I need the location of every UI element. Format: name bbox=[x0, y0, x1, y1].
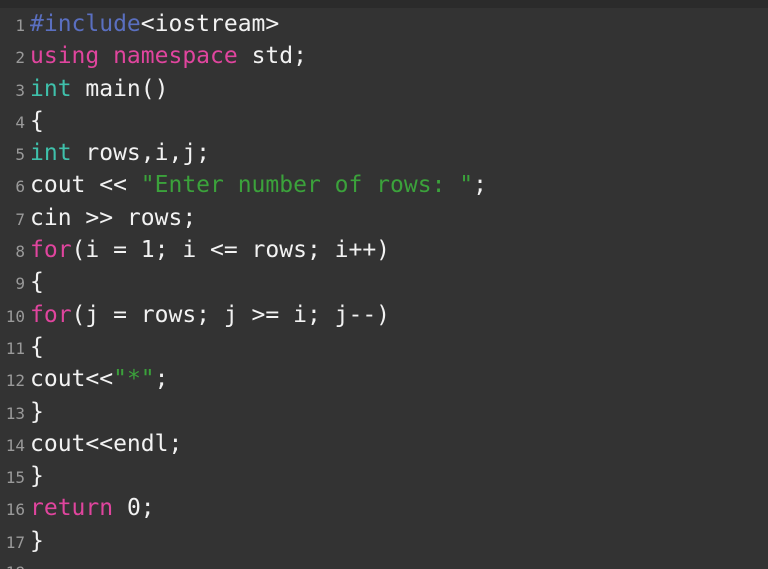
line-code-text[interactable]: { bbox=[26, 266, 768, 298]
line-number: 14 bbox=[5, 435, 25, 455]
code-token: cout<< bbox=[30, 366, 114, 393]
code-line[interactable]: 11{ bbox=[0, 331, 768, 363]
editor-top-strip bbox=[0, 0, 768, 8]
code-line[interactable]: 7 cin >> rows; bbox=[0, 202, 768, 234]
code-token: for bbox=[30, 301, 72, 328]
code-token: int bbox=[30, 75, 72, 102]
code-line[interactable]: 17} bbox=[0, 525, 768, 557]
code-line[interactable]: 6 cout << "Enter number of rows: "; bbox=[0, 169, 768, 201]
line-number: 6 bbox=[15, 177, 25, 197]
code-token: { bbox=[30, 269, 44, 296]
code-token: } bbox=[30, 463, 44, 490]
line-code-text[interactable]: } bbox=[26, 396, 768, 428]
line-code-text[interactable]: for(i = 1; i <= rows; i++) bbox=[26, 234, 768, 266]
code-token: <iostream> bbox=[140, 11, 280, 37]
line-number: 17 bbox=[5, 532, 25, 552]
code-token: cout<<endl; bbox=[30, 430, 183, 457]
code-editor[interactable]: 1 #include<iostream> 2 using namespace std;… bbox=[0, 0, 768, 569]
line-code-text[interactable]: int rows,i,j; bbox=[26, 137, 768, 169]
code-token: return bbox=[30, 495, 114, 522]
code-line[interactable]: 1 #include<iostream> bbox=[0, 8, 768, 40]
line-number: 15 bbox=[5, 468, 25, 488]
code-token: rows,i,j; bbox=[71, 140, 211, 167]
code-line[interactable]: 10 for(j = rows; j >= i; j--) bbox=[0, 299, 768, 331]
code-line[interactable]: 5 int rows,i,j; bbox=[0, 137, 768, 169]
code-line[interactable]: 3 int main() bbox=[0, 73, 768, 105]
line-code-text[interactable]: { bbox=[26, 105, 768, 137]
code-line[interactable]: 12 cout<<"*"; bbox=[0, 363, 768, 395]
code-line[interactable]: 14 cout<<endl; bbox=[0, 428, 768, 460]
line-number: 7 bbox=[15, 209, 25, 229]
code-token: using namespace bbox=[30, 43, 238, 70]
line-number: 9 bbox=[15, 274, 25, 294]
line-code-text[interactable]: int main() bbox=[26, 73, 768, 105]
code-token: } bbox=[30, 398, 44, 425]
line-number: 11 bbox=[5, 338, 25, 358]
line-number: 16 bbox=[5, 500, 25, 520]
line-code-text[interactable]: cin >> rows; bbox=[26, 202, 768, 234]
code-token: ; bbox=[154, 366, 169, 393]
code-line[interactable]: 8 for(i = 1; i <= rows; i++) bbox=[0, 234, 768, 266]
code-token: "*" bbox=[113, 366, 155, 393]
line-number: 8 bbox=[15, 242, 25, 262]
code-token: (j = rows; j >= i; j--) bbox=[71, 301, 391, 328]
line-number: 13 bbox=[5, 403, 25, 423]
code-token: #include bbox=[30, 11, 141, 37]
line-number: 18 bbox=[0, 557, 26, 569]
line-code-text[interactable]: cout<<"*"; bbox=[26, 363, 768, 395]
code-token: ; bbox=[473, 172, 487, 199]
code-token: { bbox=[30, 107, 44, 134]
line-code-text[interactable]: { bbox=[26, 331, 768, 363]
code-token: } bbox=[30, 527, 44, 554]
code-token: { bbox=[30, 333, 44, 360]
code-token: main() bbox=[71, 75, 169, 102]
line-code-text[interactable]: cout<<endl; bbox=[26, 428, 768, 460]
line-number: 4 bbox=[15, 112, 25, 132]
line-number: 10 bbox=[5, 306, 25, 326]
line-code-text[interactable]: cout << "Enter number of rows: "; bbox=[26, 169, 768, 201]
code-line[interactable]: 2 using namespace std; bbox=[0, 40, 768, 72]
line-number: 12 bbox=[5, 371, 25, 391]
line-code-text[interactable]: for(j = rows; j >= i; j--) bbox=[26, 299, 768, 331]
code-token: cin >> rows; bbox=[30, 204, 197, 231]
code-line[interactable]: 16 return 0; bbox=[0, 492, 768, 524]
code-lines-container[interactable]: 1 #include<iostream> 2 using namespace std;… bbox=[0, 8, 768, 569]
code-line[interactable]: 18 bbox=[0, 557, 768, 569]
code-token: int bbox=[30, 140, 72, 167]
line-code-text[interactable]: } bbox=[26, 525, 768, 557]
line-code-text[interactable]: using namespace std; bbox=[26, 40, 768, 72]
code-token: std; bbox=[237, 43, 307, 70]
line-number: 5 bbox=[15, 145, 25, 165]
code-token: "Enter number of rows: " bbox=[140, 172, 474, 199]
line-code-text[interactable]: } bbox=[26, 460, 768, 492]
line-number: 2 bbox=[15, 48, 25, 68]
code-line[interactable]: 9{ bbox=[0, 266, 768, 298]
code-line[interactable]: 15} bbox=[0, 460, 768, 492]
line-code-text[interactable]: return 0; bbox=[26, 492, 768, 524]
code-token: cout << bbox=[30, 172, 141, 199]
code-line[interactable]: 13} bbox=[0, 396, 768, 428]
code-line[interactable]: 4{ bbox=[0, 105, 768, 137]
line-code-text[interactable]: #include<iostream> bbox=[26, 8, 768, 40]
code-token: for bbox=[30, 237, 72, 264]
code-token: 0; bbox=[113, 495, 155, 522]
line-number: 3 bbox=[15, 80, 25, 100]
code-token: (i = 1; i <= rows; i++) bbox=[71, 237, 391, 264]
line-number: 1 bbox=[15, 16, 25, 35]
